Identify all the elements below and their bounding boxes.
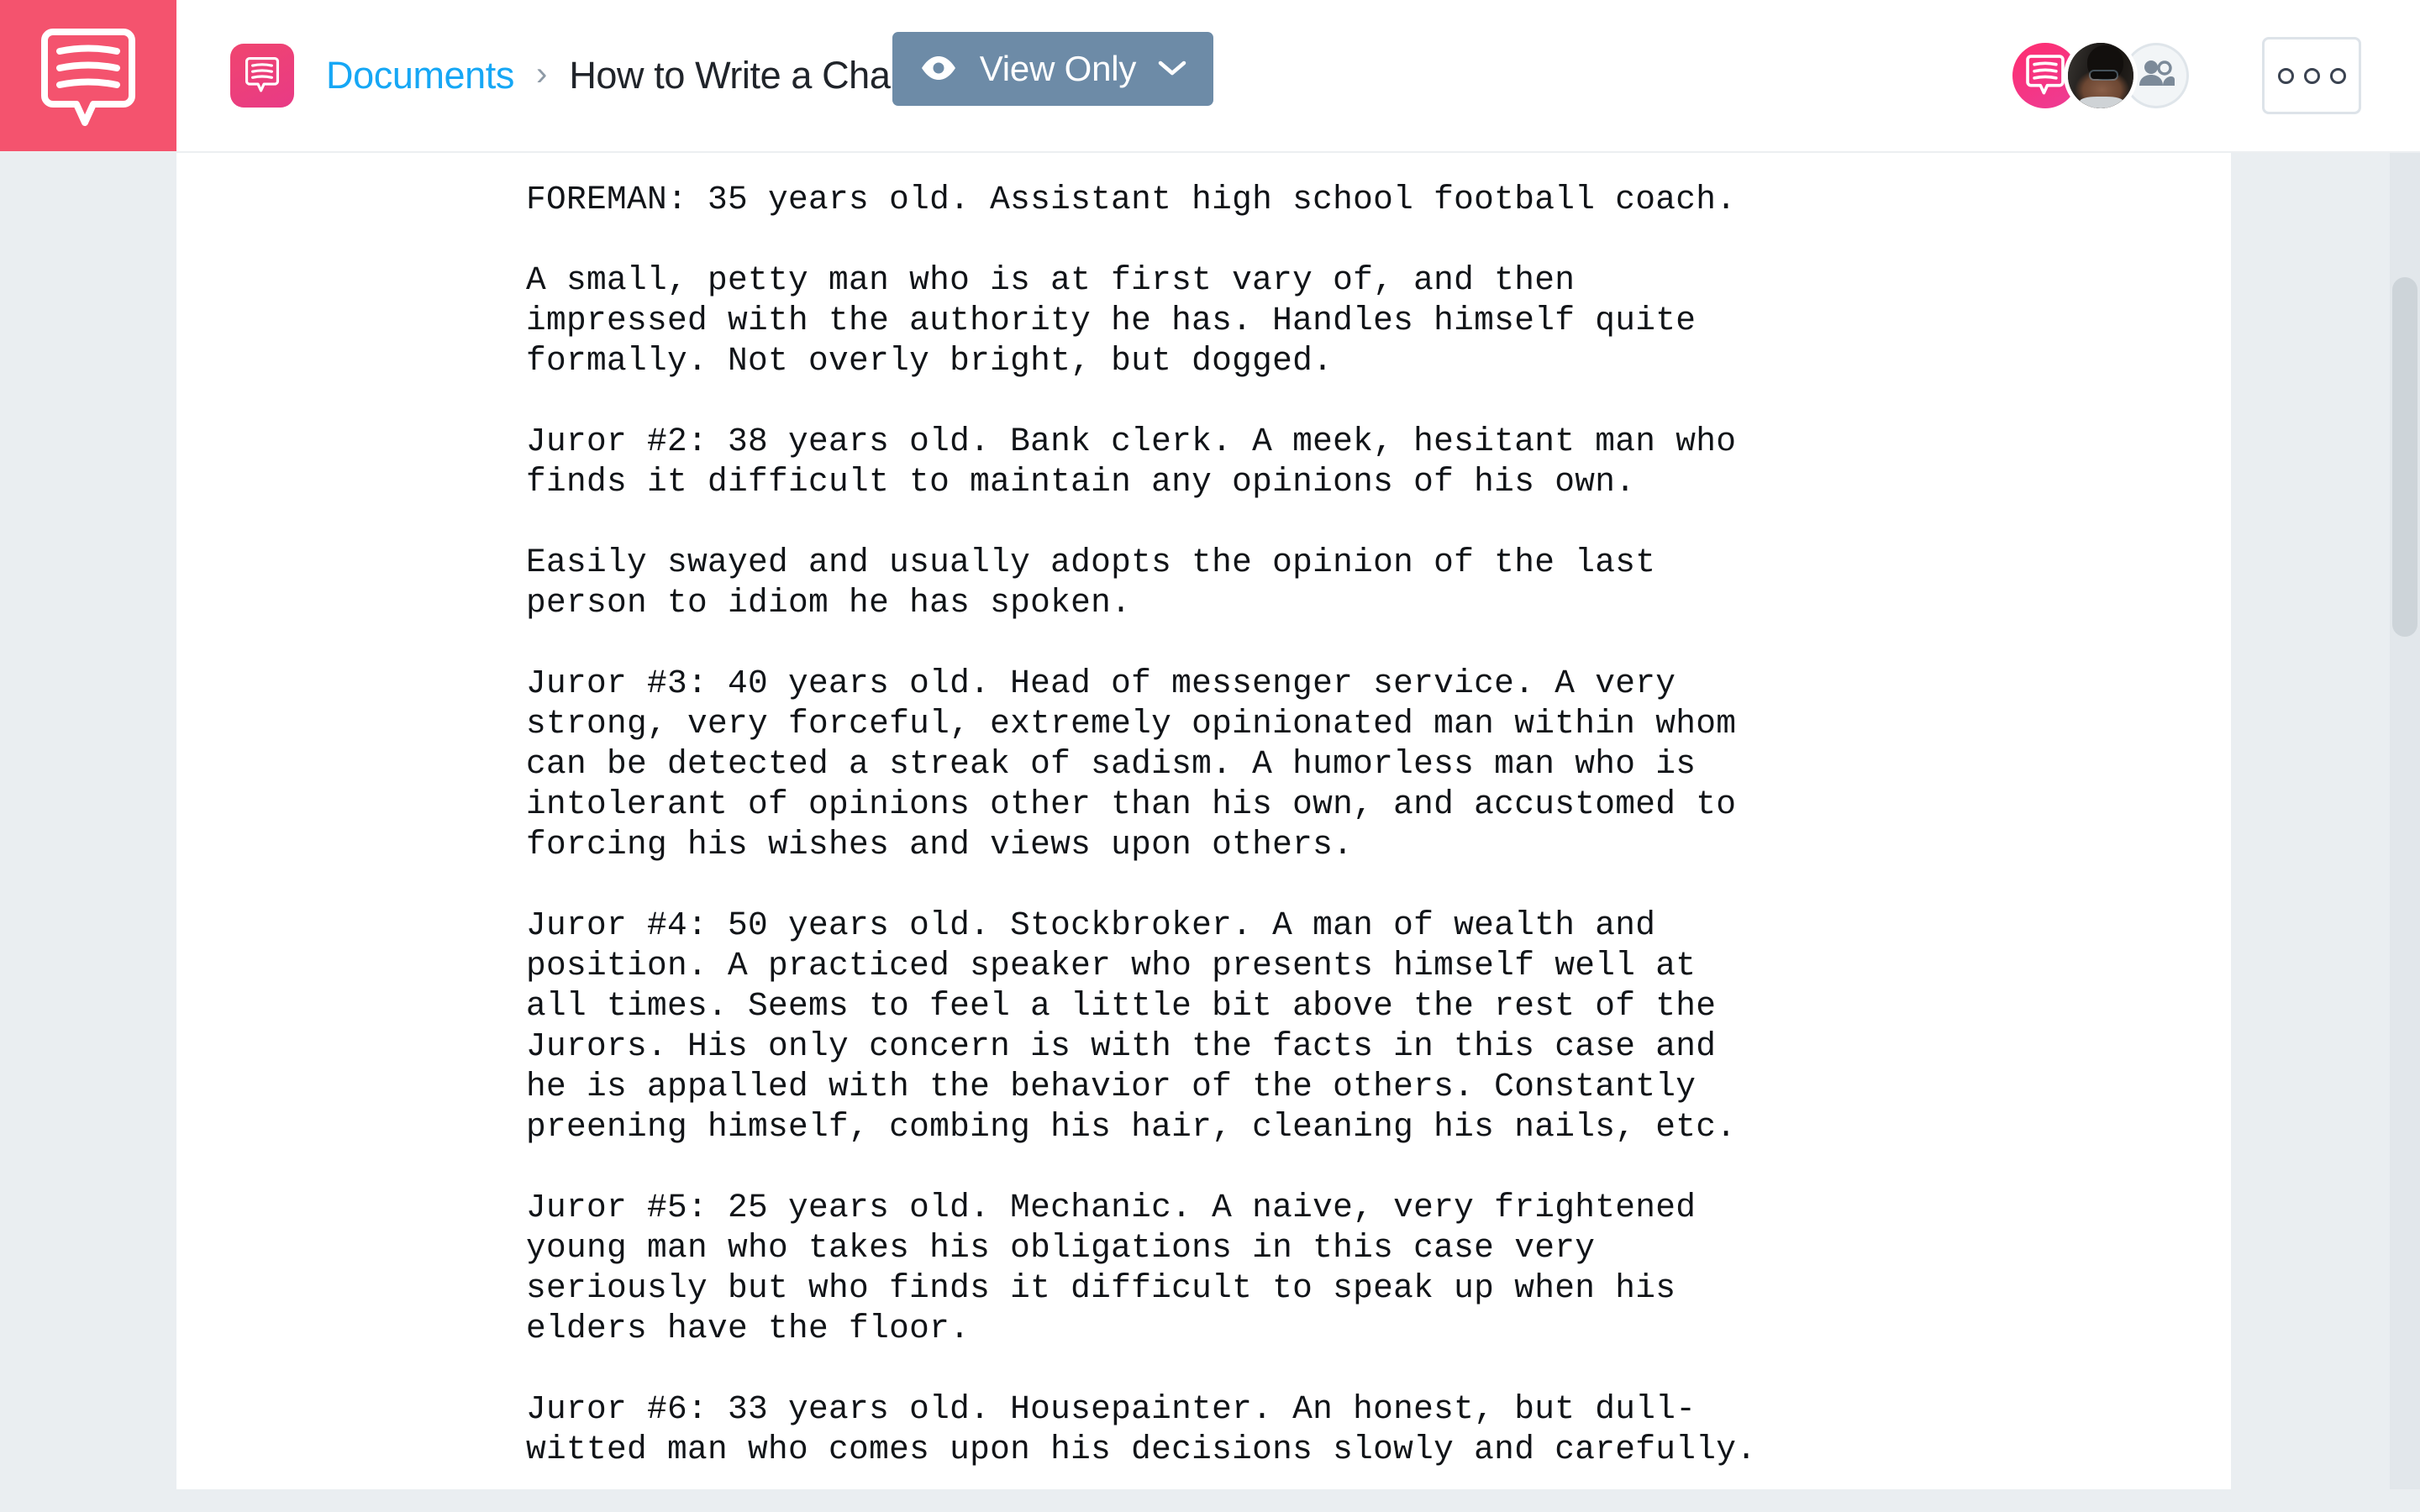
breadcrumb-root-link[interactable]: Documents	[326, 54, 514, 97]
chevron-down-icon	[1158, 60, 1186, 79]
eye-icon	[919, 54, 958, 85]
avatar-shirt	[2080, 96, 2123, 108]
speech-bubble-lines-icon	[2026, 53, 2065, 99]
breadcrumb: Documents › How to Write a Cha..	[176, 0, 911, 151]
document-paragraph: Juror #2: 38 years old. Bank clerk. A me…	[526, 423, 1737, 501]
three-circles-icon-2	[2303, 67, 2320, 84]
left-rail	[0, 153, 176, 1512]
document-surface[interactable]: FOREMAN: 35 years old. Assistant high sc…	[176, 153, 2231, 1489]
vertical-scrollbar-thumb[interactable]	[2392, 277, 2417, 637]
speech-bubble-lines-icon	[245, 55, 280, 97]
breadcrumb-separator-icon: ›	[536, 55, 548, 92]
document-paragraph: Juror #3: 40 years old. Head of messenge…	[526, 664, 1737, 864]
document-body: FOREMAN: 35 years old. Assistant high sc…	[176, 153, 2231, 1470]
vertical-scrollbar[interactable]	[2390, 153, 2420, 1512]
collaborator-avatar-stack	[2008, 39, 2193, 113]
document-paragraph: Juror #6: 33 years old. Housepainter. An…	[526, 1390, 1757, 1468]
people-icon	[2137, 58, 2175, 94]
three-circles-icon	[2277, 67, 2294, 84]
avatar-glasses	[2090, 71, 2117, 79]
document-paragraph: Easily swayed and usually adopts the opi…	[526, 543, 1656, 622]
top-bar: Documents › How to Write a Cha.. View On…	[0, 0, 2420, 153]
view-mode-label: View Only	[979, 49, 1137, 88]
speech-bubble-lines-icon	[41, 24, 135, 128]
three-circles-icon-3	[2329, 67, 2346, 84]
app-window: Documents › How to Write a Cha.. View On…	[0, 0, 2420, 1512]
document-type-chip[interactable]	[230, 44, 294, 108]
workspace: FOREMAN: 35 years old. Assistant high sc…	[0, 153, 2420, 1512]
more-options-button[interactable]	[2262, 37, 2361, 114]
document-paragraph: FOREMAN: 35 years old. Assistant high sc…	[526, 181, 1737, 218]
app-logo-button[interactable]	[0, 0, 176, 151]
breadcrumb-current-document[interactable]: How to Write a Cha..	[569, 54, 911, 97]
document-paragraph: A small, petty man who is at first vary …	[526, 261, 1697, 380]
collaborator-avatar[interactable]	[2064, 39, 2138, 113]
view-mode-button[interactable]: View Only	[892, 32, 1213, 106]
topbar-right-cluster	[2008, 0, 2420, 151]
document-paragraph: Juror #4: 50 years old. Stockbroker. A m…	[526, 906, 1737, 1146]
document-paragraph: Juror #5: 25 years old. Mechanic. A naiv…	[526, 1189, 1697, 1347]
bottom-edge	[0, 1489, 2420, 1512]
